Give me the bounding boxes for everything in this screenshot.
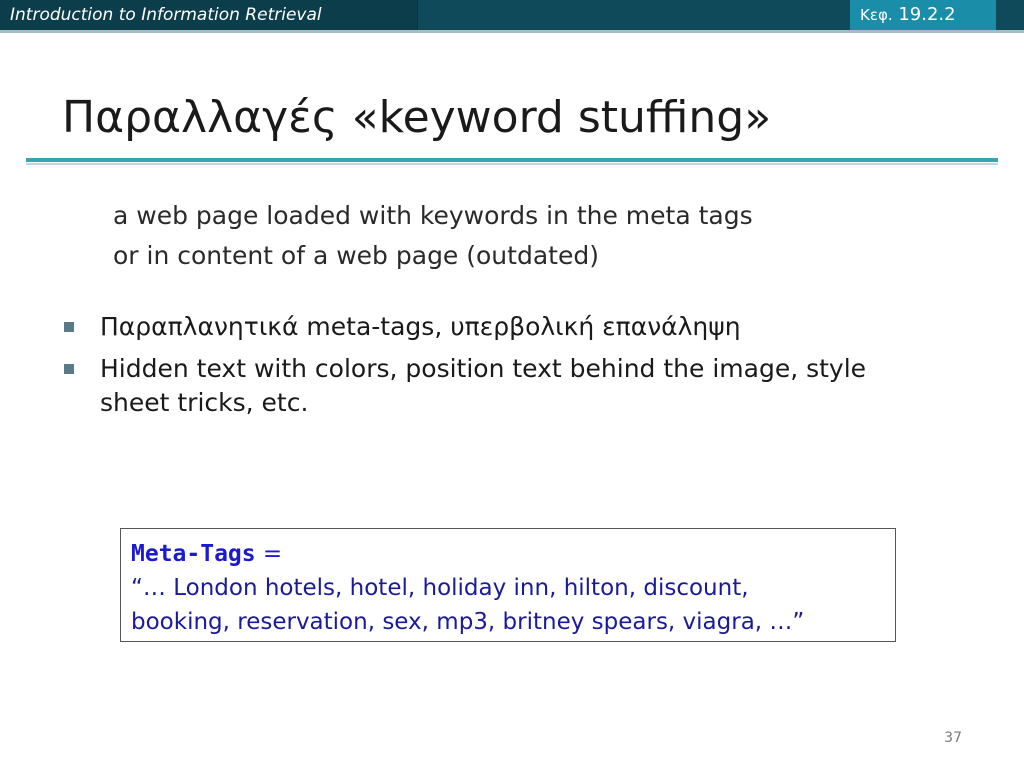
course-title: Introduction to Information Retrieval bbox=[0, 0, 418, 30]
chapter-badge: Κεφ. 19.2.2 bbox=[850, 0, 996, 30]
description-line: or in content of a web page (outdated) bbox=[113, 241, 599, 270]
bullet-square-icon bbox=[64, 322, 74, 332]
bullet-list: Παραπλανητικά meta-tags, υπερβολική επαν… bbox=[60, 310, 920, 428]
slide-title: Παραλλαγές «keyword stuffing» bbox=[62, 92, 772, 143]
page-number: 37 bbox=[944, 730, 962, 746]
chapter-number: 19.2.2 bbox=[898, 4, 956, 25]
meta-tags-heading: Meta-Tags = bbox=[131, 537, 885, 571]
meta-tags-example-box: Meta-Tags = “… London hotels, hotel, hol… bbox=[120, 528, 896, 642]
meta-tags-line: “… London hotels, hotel, holiday inn, hi… bbox=[131, 575, 749, 601]
header-bar: Introduction to Information Retrieval Κε… bbox=[0, 0, 1024, 33]
bullet-item: Hidden text with colors, position text b… bbox=[60, 352, 920, 420]
chapter-prefix: Κεφ. bbox=[860, 6, 893, 24]
meta-tags-equals: = bbox=[255, 541, 283, 567]
bullet-text: Παραπλανητικά meta-tags, υπερβολική επαν… bbox=[100, 312, 741, 341]
bullet-text: Hidden text with colors, position text b… bbox=[100, 354, 867, 417]
bullet-item: Παραπλανητικά meta-tags, υπερβολική επαν… bbox=[60, 310, 920, 344]
title-divider bbox=[26, 158, 998, 162]
title-divider-shadow bbox=[26, 163, 998, 165]
slide-description: a web page loaded with keywords in the m… bbox=[113, 196, 753, 276]
meta-tags-line: booking, reservation, sex, mp3, britney … bbox=[131, 609, 805, 635]
description-line: a web page loaded with keywords in the m… bbox=[113, 201, 753, 230]
header-edge bbox=[0, 30, 1024, 33]
bullet-square-icon bbox=[64, 364, 74, 374]
meta-tags-label: Meta-Tags bbox=[131, 541, 256, 567]
